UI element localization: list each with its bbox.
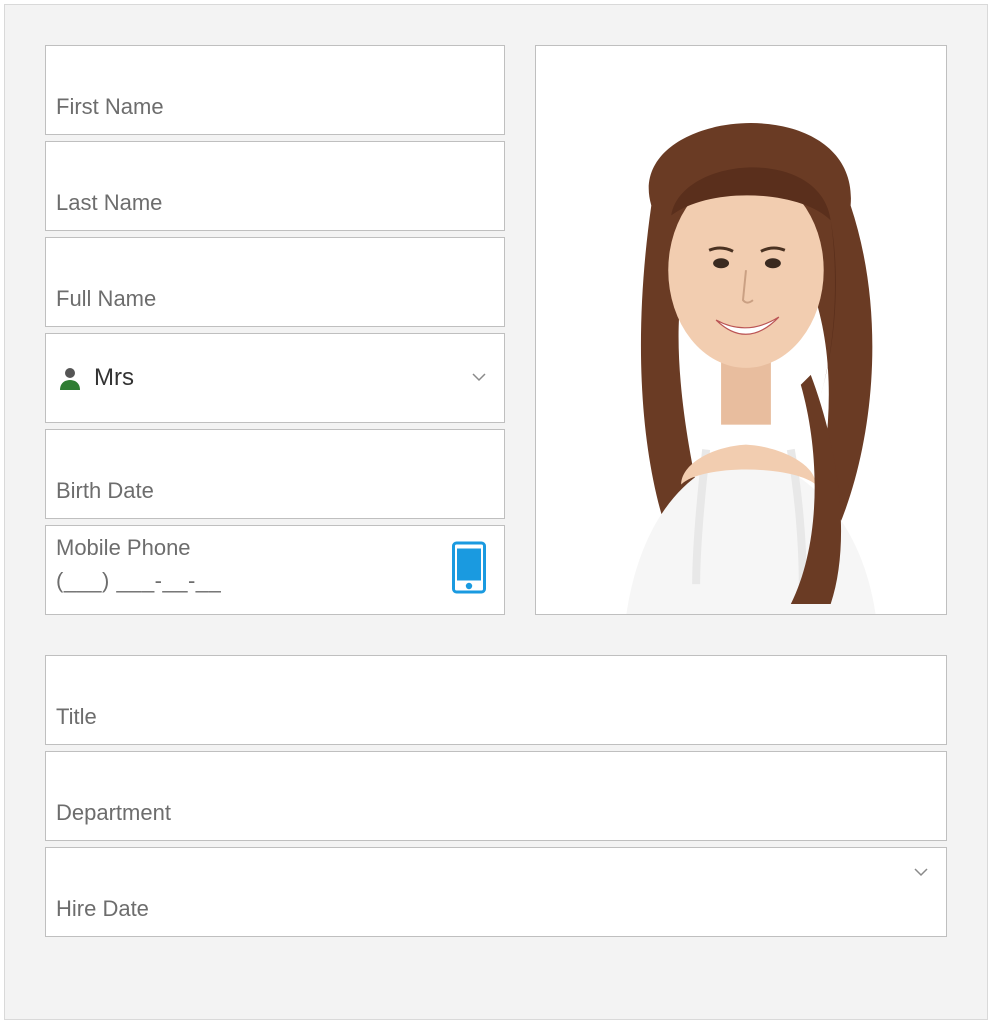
mobile-phone-field[interactable]: Mobile Phone (___) ___-__-__ [45, 525, 505, 615]
employee-photo [535, 45, 947, 615]
title-field[interactable]: Title [45, 655, 947, 745]
hire-date-field[interactable]: Hire Date [45, 847, 947, 937]
full-name-input[interactable] [46, 238, 504, 326]
person-icon [58, 366, 82, 390]
chevron-down-icon [472, 373, 486, 383]
form-panel: First Name Last Name Full Name Mrs [4, 4, 988, 1020]
department-input[interactable] [46, 752, 946, 840]
title-input[interactable] [46, 656, 946, 744]
first-name-field[interactable]: First Name [45, 45, 505, 135]
photo-placeholder [536, 46, 946, 614]
left-column: First Name Last Name Full Name Mrs [45, 45, 505, 615]
top-row: First Name Last Name Full Name Mrs [45, 45, 947, 615]
last-name-field[interactable]: Last Name [45, 141, 505, 231]
bottom-column: Title Department Hire Date [45, 655, 947, 937]
full-name-field[interactable]: Full Name [45, 237, 505, 327]
birth-date-field[interactable]: Birth Date [45, 429, 505, 519]
birth-date-input[interactable] [46, 430, 504, 518]
right-column [535, 45, 947, 615]
last-name-input[interactable] [46, 142, 504, 230]
chevron-down-icon [914, 868, 928, 878]
prefix-dropdown[interactable]: Mrs [45, 333, 505, 423]
prefix-value: Mrs [94, 364, 134, 392]
department-field[interactable]: Department [45, 751, 947, 841]
hire-date-input[interactable] [46, 848, 946, 936]
first-name-input[interactable] [46, 46, 504, 134]
